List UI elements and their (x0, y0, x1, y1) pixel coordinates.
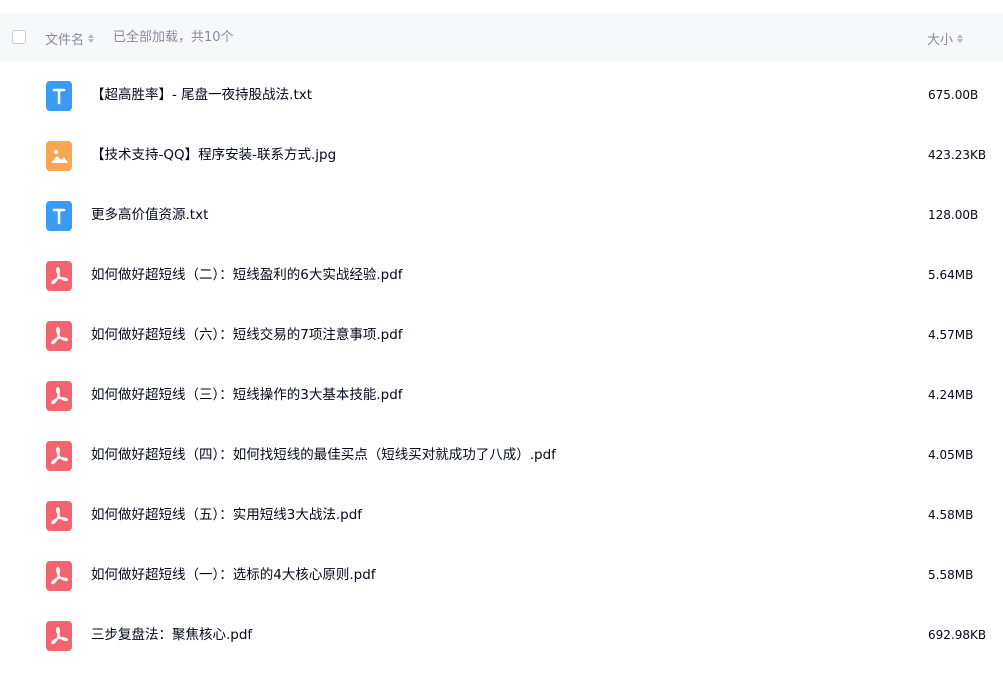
file-size: 675.00B (928, 88, 979, 102)
file-name[interactable]: 如何做好超短线（五）：实用短线3大战法.pdf (91, 506, 362, 524)
file-row[interactable]: 如何做好超短线（六）：短线交易的7项注意事项.pdf 4.57MB (0, 305, 1003, 365)
file-name[interactable]: 更多高价值资源.txt (91, 206, 208, 224)
load-status: 已全部加载，共10个 (113, 30, 234, 45)
file-size: 692.98KB (928, 628, 987, 642)
file-size: 4.05MB (928, 448, 974, 462)
pdf-file-icon (46, 441, 72, 471)
file-size: 128.00B (928, 208, 979, 222)
file-name[interactable]: 如何做好超短线（二）：短线盈利的6大实战经验.pdf (91, 266, 403, 284)
size-column-label: 大小 (927, 32, 954, 48)
file-row[interactable]: 如何做好超短线（三）：短线操作的3大基本技能.pdf 4.24MB (0, 365, 1003, 425)
file-name[interactable]: 如何做好超短线（三）：短线操作的3大基本技能.pdf (91, 386, 403, 404)
pdf-file-icon (46, 261, 72, 291)
file-size: 4.24MB (928, 388, 974, 402)
file-row[interactable]: 更多高价值资源.txt 128.00B (0, 185, 1003, 245)
file-row[interactable]: 【超高胜率】- 尾盘一夜持股战法.txt 675.00B (0, 65, 1003, 125)
size-column-header[interactable]: 大小 (927, 29, 964, 48)
file-name[interactable]: 如何做好超短线（一）：选标的4大核心原则.pdf (91, 566, 376, 584)
file-row[interactable]: 如何做好超短线（五）：实用短线3大战法.pdf 4.58MB (0, 485, 1003, 545)
sort-icon (957, 33, 964, 43)
file-name[interactable]: 【技术支持-QQ】程序安装-联系方式.jpg (91, 146, 336, 164)
pdf-file-icon (46, 321, 72, 351)
pdf-file-icon (46, 561, 72, 591)
file-list: 文件名 已全部加载，共10个 大小 【超高胜率】- 尾盘一夜持股战法.txt 67… (0, 0, 1003, 676)
file-name[interactable]: 三步复盘法：聚焦核心.pdf (91, 626, 252, 644)
file-row[interactable]: 如何做好超短线（二）：短线盈利的6大实战经验.pdf 5.64MB (0, 245, 1003, 305)
pdf-file-icon (46, 501, 72, 531)
list-header: 文件名 已全部加载，共10个 大小 (0, 14, 1003, 62)
image-file-icon (46, 141, 72, 171)
txt-file-icon (46, 81, 72, 111)
pdf-file-icon (46, 381, 72, 411)
file-row[interactable]: 【技术支持-QQ】程序安装-联系方式.jpg 423.23KB (0, 125, 1003, 185)
sort-icon (88, 33, 95, 43)
select-all-checkbox[interactable] (12, 30, 26, 44)
file-size: 5.58MB (928, 568, 974, 582)
name-column-header[interactable]: 文件名 (45, 29, 95, 48)
pdf-file-icon (46, 621, 72, 651)
file-name[interactable]: 如何做好超短线（六）：短线交易的7项注意事项.pdf (91, 326, 403, 344)
file-size: 5.64MB (928, 268, 974, 282)
file-size: 4.57MB (928, 328, 974, 342)
name-column-label: 文件名 (45, 32, 85, 48)
file-row[interactable]: 三步复盘法：聚焦核心.pdf 692.98KB (0, 605, 1003, 665)
file-size: 4.58MB (928, 508, 974, 522)
file-name[interactable]: 如何做好超短线（四）：如何找短线的最佳买点（短线买对就成功了八成）.pdf (91, 446, 556, 464)
txt-file-icon (46, 201, 72, 231)
file-row[interactable]: 如何做好超短线（一）：选标的4大核心原则.pdf 5.58MB (0, 545, 1003, 605)
file-row[interactable]: 如何做好超短线（四）：如何找短线的最佳买点（短线买对就成功了八成）.pdf 4.0… (0, 425, 1003, 485)
file-name[interactable]: 【超高胜率】- 尾盘一夜持股战法.txt (91, 86, 312, 104)
file-size: 423.23KB (928, 148, 987, 162)
